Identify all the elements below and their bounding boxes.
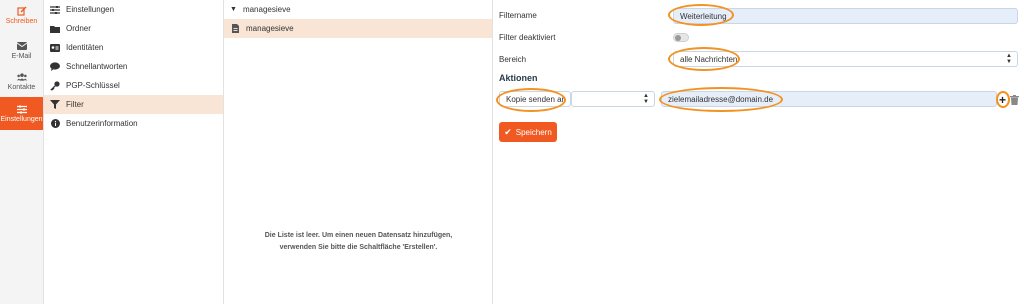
filter-list-item[interactable]: managesieve: [224, 19, 492, 38]
settings-item-label: Identitäten: [66, 43, 104, 52]
nav-compose-label: Schreiben: [5, 18, 38, 25]
contacts-icon: [16, 72, 27, 82]
filter-icon: [50, 100, 60, 110]
filter-form: Filtername Weiterleitung Filter deaktivi…: [493, 0, 1024, 304]
filter-list-item-label: managesieve: [246, 24, 294, 33]
nav-settings-label: Einstellungen: [0, 116, 43, 123]
empty-list-message: Die Liste ist leer. Um einen neuen Daten…: [224, 230, 493, 254]
settings-item-label: Ordner: [66, 24, 91, 33]
add-action-button[interactable]: +: [999, 93, 1006, 107]
filtername-label: Filtername: [499, 11, 537, 20]
compose-icon: [16, 6, 27, 16]
settings-item-pgp[interactable]: PGP-Schlüssel: [44, 76, 223, 95]
select-caret-icon: ▲ ▼: [1006, 53, 1012, 65]
settings-item-label: Einstellungen: [66, 5, 115, 14]
actions-heading: Aktionen: [499, 73, 538, 83]
main-nav: Schreiben E-Mail Kontakte Einstellungen: [0, 0, 44, 304]
file-icon: [230, 24, 240, 34]
settings-item-label: Filter: [66, 100, 84, 109]
plus-icon: +: [999, 93, 1007, 107]
save-button-label: Speichern: [515, 127, 552, 137]
key-icon: [50, 80, 60, 91]
filterset-header[interactable]: ▼ managesieve: [224, 0, 492, 19]
select-caret-icon: ▲ ▼: [643, 93, 649, 105]
scope-select[interactable]: alle Nachrichten ▲ ▼: [673, 51, 1018, 67]
filter-disabled-toggle[interactable]: [673, 33, 689, 42]
check-icon: ✔: [504, 126, 512, 137]
delete-action-button[interactable]: [1010, 95, 1019, 105]
trash-icon: [1010, 95, 1019, 105]
mail-icon: [16, 41, 27, 51]
empty-list-line-2: verwenden Sie bitte die Schaltfläche 'Er…: [279, 244, 438, 251]
filtersets-column: ▼ managesieve managesieve Die Liste ist …: [224, 0, 493, 304]
filter-disabled-label: Filter deaktiviert: [499, 33, 556, 42]
nav-compose[interactable]: Schreiben: [0, 0, 43, 31]
filterset-header-label: managesieve: [242, 5, 291, 14]
action-type-select[interactable]: Kopie senden an: [499, 91, 571, 107]
settings-item-label: PGP-Schlüssel: [66, 81, 120, 90]
filtername-value: Weiterleitung: [680, 11, 727, 21]
chevron-down-icon[interactable]: ▼: [230, 6, 237, 13]
app: Schreiben E-Mail Kontakte Einstellungen: [0, 0, 1024, 304]
target-email-value: zielemailadresse@domain.de: [668, 94, 774, 104]
nav-settings[interactable]: Einstellungen: [0, 97, 43, 130]
empty-list-line-1: Die Liste ist leer. Um einen neuen Daten…: [264, 232, 453, 239]
settings-list: Einstellungen Ordner Identitäten Schnell…: [44, 0, 224, 304]
action-param-select[interactable]: ▲ ▼: [571, 91, 655, 107]
comment-icon: [50, 62, 60, 72]
settings-item-folders[interactable]: Ordner: [44, 19, 223, 38]
scope-value: alle Nachrichten: [680, 54, 738, 64]
info-icon: [50, 119, 60, 129]
sliders-icon: [50, 5, 60, 15]
settings-item-identities[interactable]: Identitäten: [44, 38, 223, 57]
settings-item-preferences[interactable]: Einstellungen: [44, 0, 223, 19]
settings-item-label: Schnellantworten: [66, 62, 128, 71]
nav-contacts-label: Kontakte: [7, 84, 36, 91]
filtername-input[interactable]: Weiterleitung: [673, 8, 1018, 24]
settings-item-filter[interactable]: Filter: [44, 95, 223, 114]
settings-icon: [16, 104, 27, 114]
folder-icon: [50, 24, 60, 34]
id-card-icon: [50, 43, 60, 53]
nav-mail-label: E-Mail: [11, 53, 32, 60]
nav-contacts[interactable]: Kontakte: [0, 66, 43, 97]
settings-item-userinfo[interactable]: Benutzerinformation: [44, 114, 223, 133]
target-email-input[interactable]: zielemailadresse@domain.de: [661, 91, 997, 107]
settings-item-responses[interactable]: Schnellantworten: [44, 57, 223, 76]
save-button[interactable]: ✔ Speichern: [499, 122, 557, 142]
scope-label: Bereich: [499, 55, 527, 64]
action-type-value: Kopie senden an: [506, 94, 567, 104]
nav-mail[interactable]: E-Mail: [0, 35, 43, 66]
settings-item-label: Benutzerinformation: [66, 119, 138, 128]
